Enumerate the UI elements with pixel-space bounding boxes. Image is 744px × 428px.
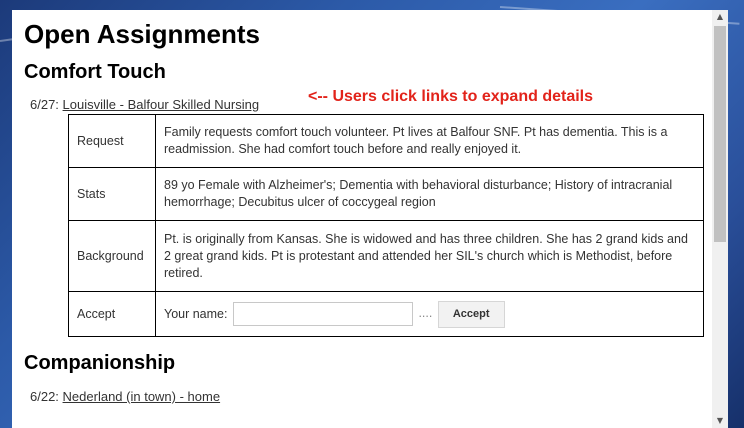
table-row: Request Family requests comfort touch vo… [68, 114, 704, 168]
background-text: Pt. is originally from Kansas. She is wi… [155, 220, 704, 292]
request-text: Family requests comfort touch volunteer.… [155, 114, 704, 168]
assignment-date: 6/27: [30, 97, 59, 112]
assignment-link-nederland[interactable]: Nederland (in town) - home [63, 389, 221, 404]
scrollbar-thumb[interactable] [714, 26, 726, 242]
scroll-down-icon[interactable]: ▼ [712, 414, 728, 428]
stats-text: 89 yo Female with Alzheimer's; Dementia … [155, 167, 704, 221]
assignment-line: 6/27: Louisville - Balfour Skilled Nursi… [30, 97, 259, 112]
stats-label: Stats [68, 167, 156, 221]
table-row: Background Pt. is originally from Kansas… [68, 220, 704, 292]
page-title: Open Assignments [24, 19, 260, 49]
accept-button[interactable]: Accept [437, 300, 505, 328]
assignment-date: 6/22: [30, 389, 59, 404]
section-heading-companionship: Companionship [24, 352, 176, 374]
accept-label: Accept [68, 291, 156, 337]
table-row: Stats 89 yo Female with Alzheimer's; Dem… [68, 167, 704, 221]
table-row: Accept Your name: .... Accept [68, 291, 704, 337]
background-label: Background [68, 220, 156, 292]
scroll-up-icon[interactable]: ▲ [712, 10, 728, 24]
accept-form: Your name: .... Accept [155, 291, 704, 337]
assignments-window: Open Assignments Comfort Touch 6/27: Lou… [12, 10, 728, 428]
your-name-label: Your name: [164, 306, 228, 321]
assignment-details-table: Request Family requests comfort touch vo… [68, 114, 704, 337]
your-name-input[interactable] [232, 302, 413, 326]
dots-separator: .... [418, 306, 433, 321]
section-heading-comfort-touch: Comfort Touch [24, 61, 166, 83]
assignment-link-louisville[interactable]: Louisville - Balfour Skilled Nursing [63, 97, 260, 112]
assignment-line: 6/22: Nederland (in town) - home [30, 389, 220, 404]
request-label: Request [68, 114, 156, 168]
assignments-content: Open Assignments Comfort Touch 6/27: Lou… [12, 10, 712, 428]
annotation-note: <-- Users click links to expand details [308, 88, 593, 105]
vertical-scrollbar[interactable]: ▲ ▼ [712, 10, 728, 428]
